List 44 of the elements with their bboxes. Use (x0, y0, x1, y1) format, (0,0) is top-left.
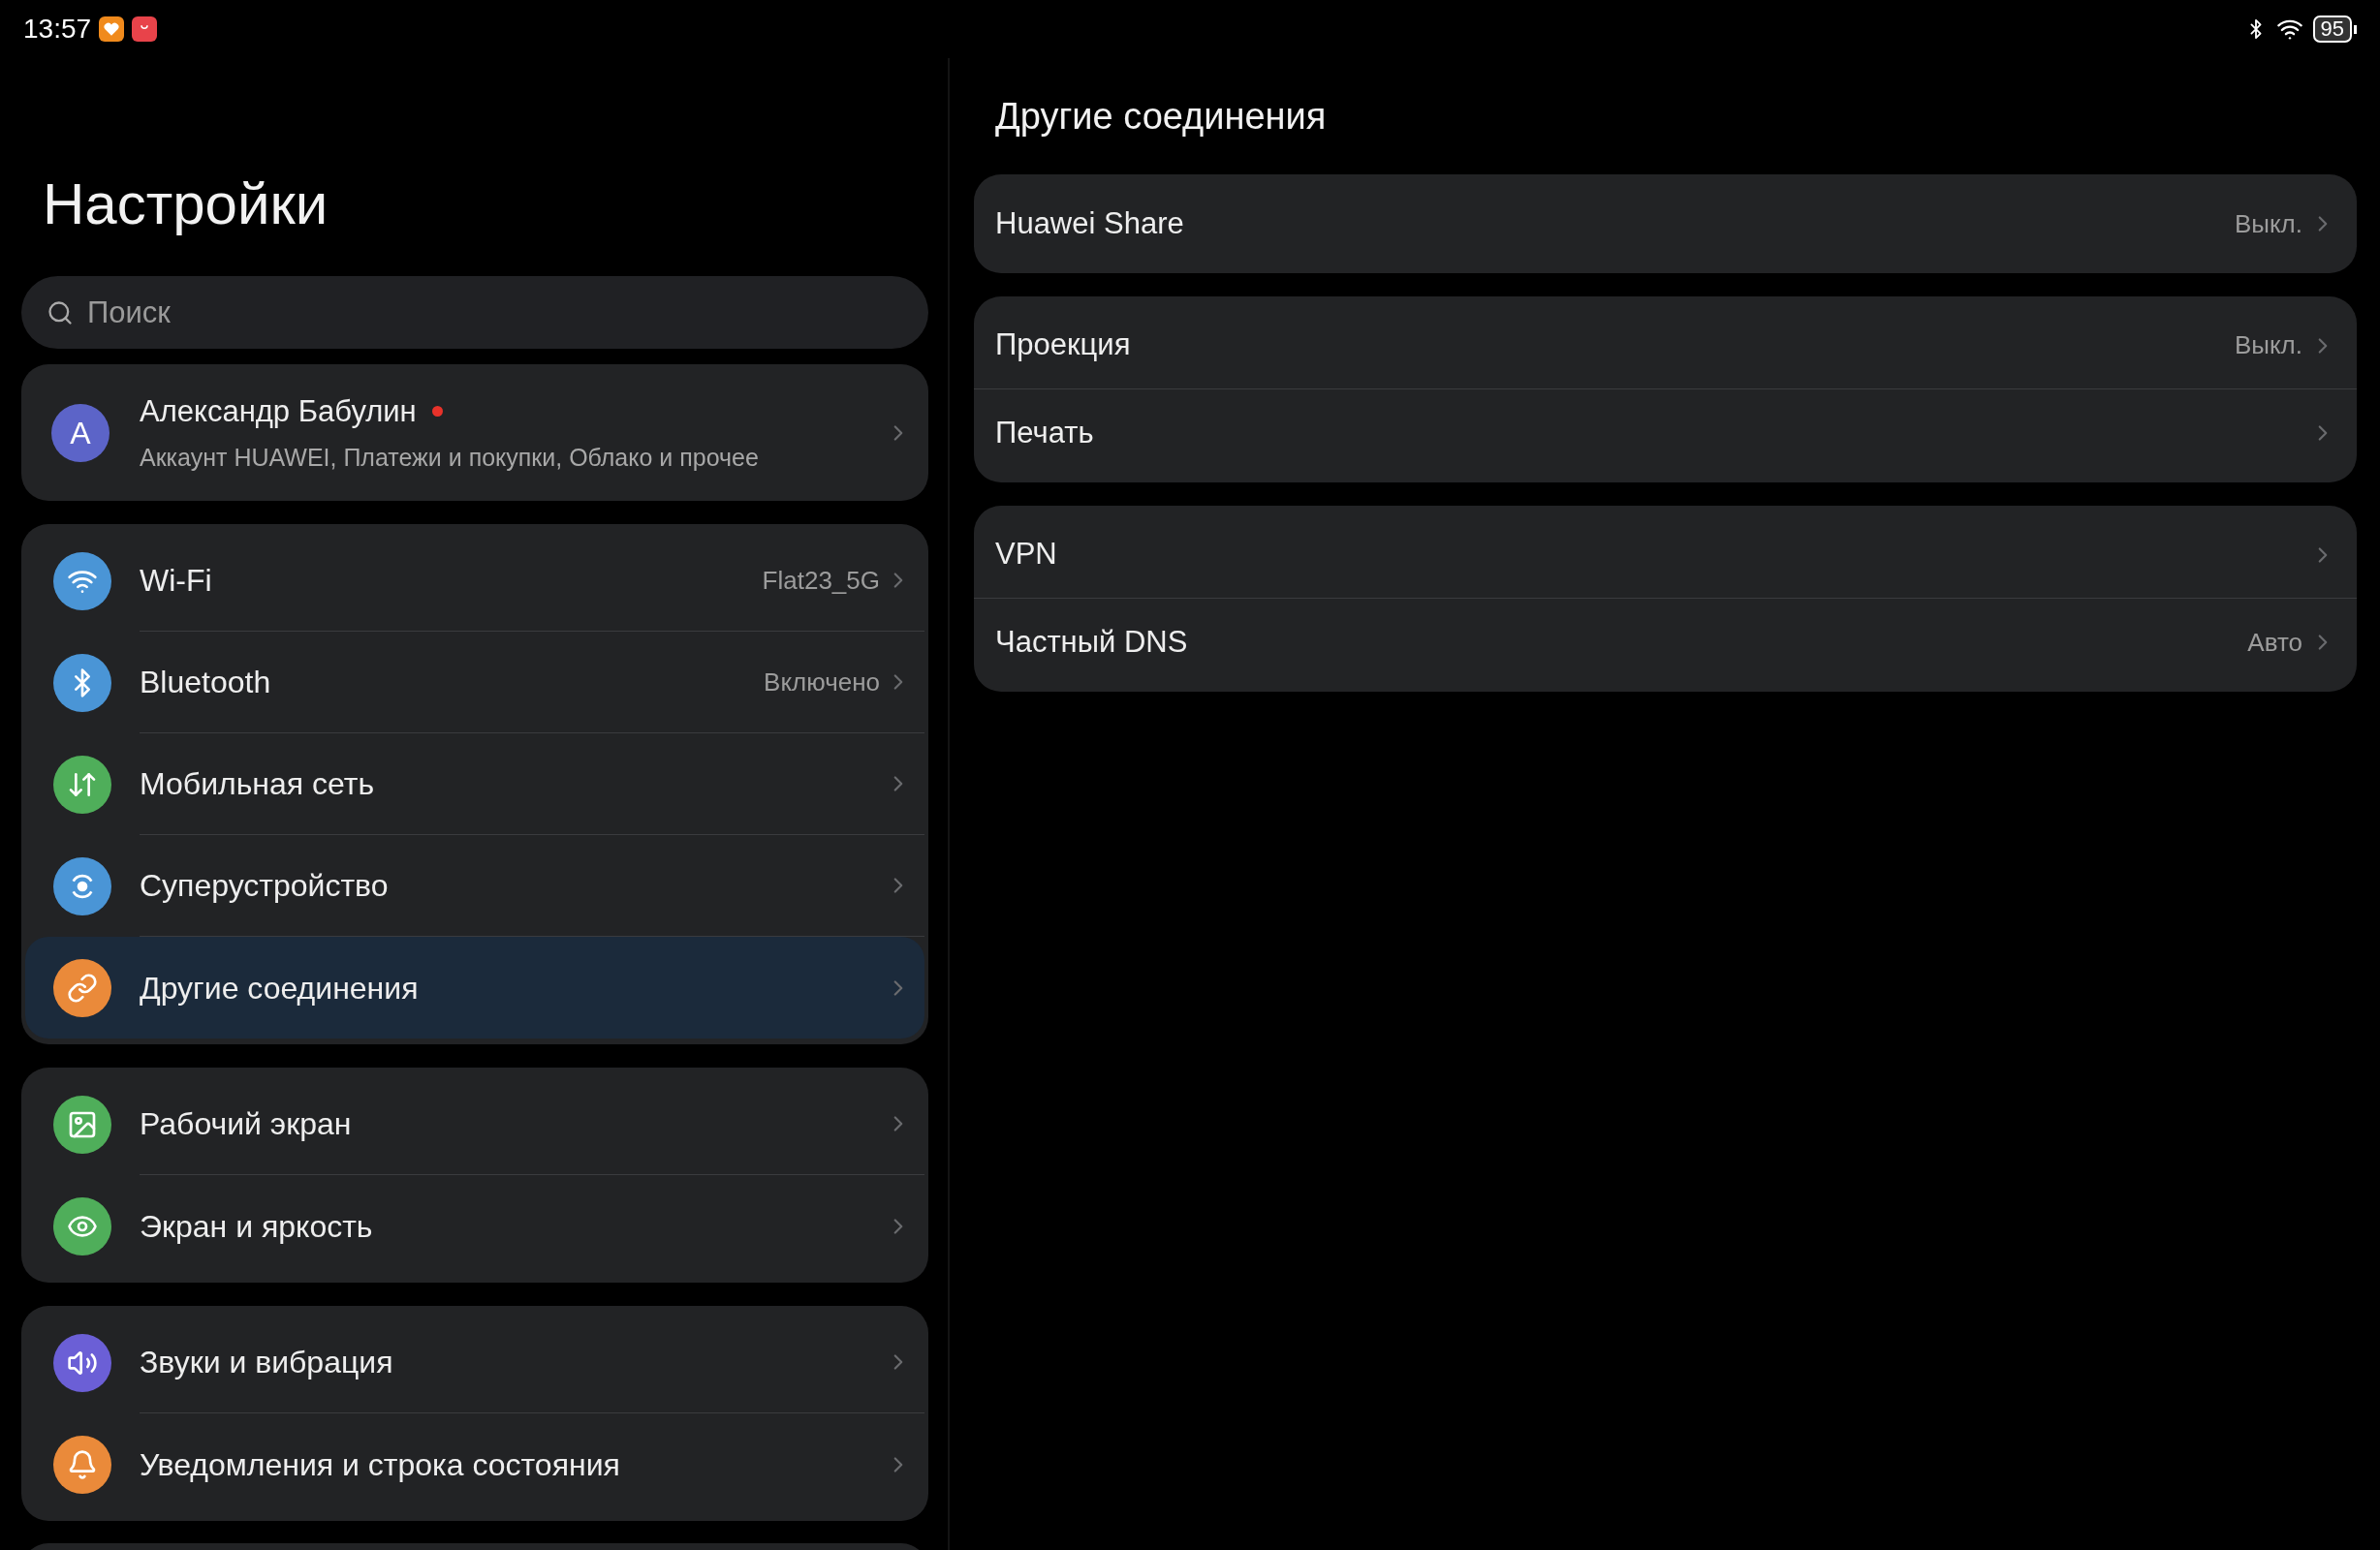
settings-row[interactable]: Другие соединения (25, 937, 924, 1038)
settings-row[interactable]: Печать (974, 389, 2357, 477)
row-label: Звуки и вибрация (140, 1344, 394, 1381)
settings-row[interactable]: Звуки и вибрация (25, 1312, 924, 1413)
account-subtitle: Аккаунт HUAWEI, Платежи и покупки, Облако и прочее (140, 443, 760, 473)
battery-indicator: 95 (2312, 16, 2352, 43)
settings-row[interactable]: Рабочий экран (25, 1073, 924, 1175)
row-label: Bluetooth (140, 664, 272, 701)
row-value: Flat23_5G (762, 564, 880, 597)
row-label: Экран и яркость (140, 1207, 374, 1246)
row-label: VPN (995, 536, 1058, 574)
avatar: A (51, 403, 110, 462)
row-label: Уведомления и строка состояния (140, 1445, 621, 1484)
row-label: Проекция (995, 326, 1132, 364)
settings-row[interactable]: Bluetooth Включено (25, 632, 924, 733)
settings-row[interactable]: Проекция Выкл. (974, 302, 2357, 389)
row-value: Выкл. (2234, 329, 2302, 361)
settings-row[interactable]: Экран и яркость (25, 1175, 924, 1277)
settings-row[interactable]: Уведомления и строка состояния (25, 1413, 924, 1515)
search-field[interactable]: Поиск (21, 276, 928, 349)
section-title: Другие соединения (995, 94, 1327, 139)
row-label: Huawei Share (995, 204, 1185, 242)
page-title: Настройки (43, 174, 329, 233)
row-label: Рабочий экран (140, 1105, 353, 1143)
settings-row[interactable]: Частный DNS Авто (974, 599, 2357, 686)
row-label: Другие соединения (140, 969, 420, 1008)
search-icon (47, 299, 74, 326)
settings-row[interactable]: Мобильная сеть (25, 733, 924, 835)
heart-app-icon (99, 16, 125, 42)
account-card[interactable]: A Александр Бабулин Аккаунт HUAWEI, Платежи и покупки, Облако и прочее (21, 364, 928, 501)
settings-row[interactable]: VPN (974, 512, 2357, 599)
row-value: Выкл. (2234, 207, 2302, 240)
account-name: Александр Бабулин (140, 392, 417, 430)
clock-time: 13:57 (23, 13, 92, 46)
row-label: Wi-Fi (140, 562, 213, 600)
row-value: Включено (764, 666, 880, 698)
row-label: Печать (995, 414, 1095, 451)
row-label: Суперустройство (140, 867, 390, 905)
settings-row[interactable]: Wi-Fi Flat23_5G (25, 530, 924, 632)
shopping-bag-app-icon (132, 16, 158, 42)
row-label: Частный DNS (995, 623, 1189, 661)
settings-row[interactable]: Huawei Share Выкл. (974, 180, 2357, 267)
row-label: Мобильная сеть (140, 765, 376, 803)
row-value: Авто (2247, 626, 2302, 659)
